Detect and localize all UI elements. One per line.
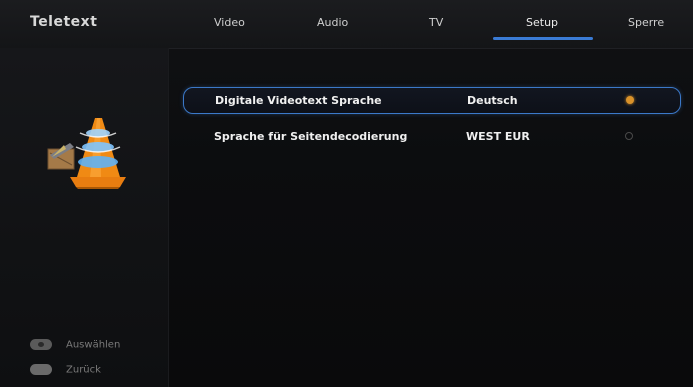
tab-setup[interactable]: Setup (526, 16, 558, 29)
unselected-dot-icon (625, 132, 633, 140)
setting-label: Sprache für Seitendecodierung (214, 130, 408, 143)
hint-label: Zurück (66, 364, 101, 376)
tab-tv[interactable]: TV (429, 16, 443, 29)
setting-value[interactable]: Deutsch (467, 94, 518, 107)
vlc-cone-icon (47, 118, 126, 189)
tv-menu-screen: Teletext Video Audio TV Setup Sperre Dig… (0, 0, 693, 387)
footer-hint-select: Auswählen (30, 339, 120, 351)
setting-row-videotext-language[interactable]: Digitale Videotext Sprache Deutsch (183, 87, 681, 114)
section-title: Teletext (30, 14, 98, 30)
selection-dot-icon (626, 96, 634, 104)
ok-button-icon (30, 339, 52, 350)
top-navigation-bar: Teletext Video Audio TV Setup Sperre (0, 0, 693, 49)
tab-audio[interactable]: Audio (317, 16, 348, 29)
side-panel (0, 48, 169, 387)
tab-video[interactable]: Video (214, 16, 245, 29)
hint-label: Auswählen (66, 339, 121, 351)
active-tab-indicator (493, 37, 593, 40)
setting-row-page-decoding-language[interactable]: Sprache für Seitendecodierung WEST EUR (183, 124, 679, 149)
setting-label: Digitale Videotext Sprache (215, 94, 382, 107)
footer-hint-back: Zurück (30, 364, 101, 376)
menu-button-icon (30, 364, 52, 375)
tab-sperre[interactable]: Sperre (628, 16, 664, 29)
setting-value[interactable]: WEST EUR (466, 130, 530, 143)
